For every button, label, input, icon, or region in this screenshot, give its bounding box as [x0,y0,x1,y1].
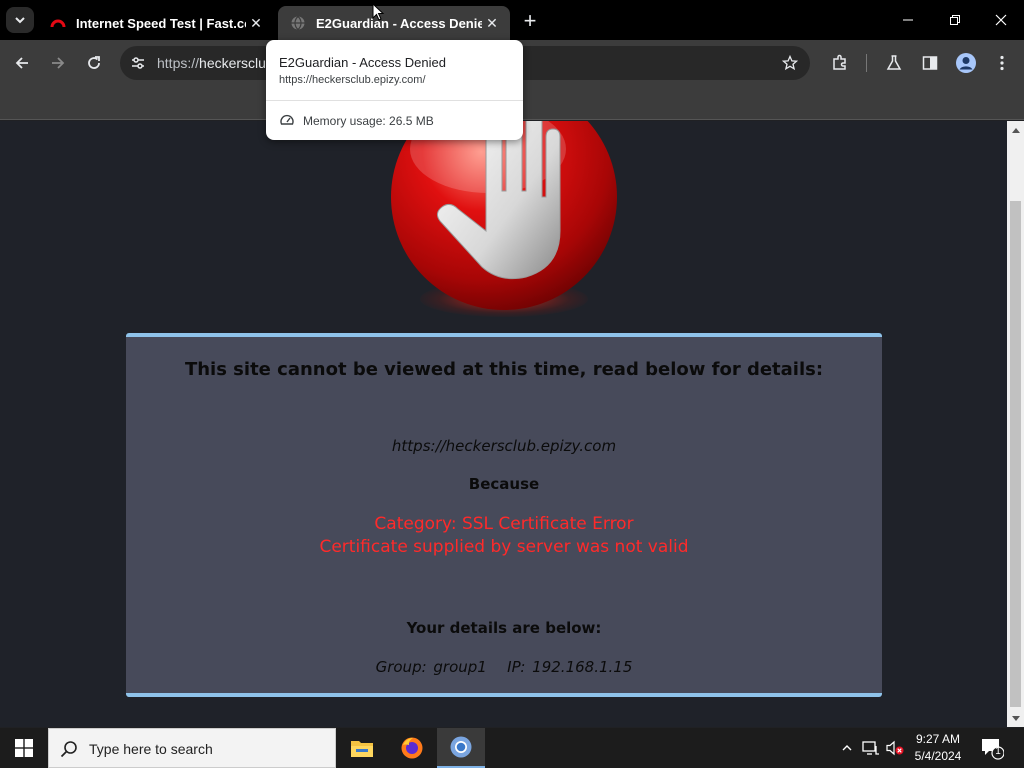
minimize-icon [903,19,913,21]
address-url: https://heckersclub [157,55,274,71]
new-tab-button[interactable]: + [518,8,542,33]
notification-count: 1 [995,746,1001,757]
windows-logo-icon [15,739,33,757]
file-explorer-button[interactable] [338,728,386,768]
toolbar-divider [866,54,867,72]
search-icon [60,741,77,758]
page-heading: This site cannot be viewed at this time,… [184,359,824,380]
tab-strip: Internet Speed Test | Fast.com ✕ E2Guard… [0,0,1024,40]
bookmark-star-icon[interactable] [780,53,800,73]
block-reason-detail: Certificate supplied by server was not v… [319,537,689,557]
page-scrollbar[interactable] [1007,121,1024,727]
tab-search-button[interactable] [6,7,34,33]
arrow-left-icon [15,57,28,69]
taskbar-search-box[interactable]: Type here to search [48,728,336,768]
tab-title: Internet Speed Test | Fast.com [76,15,246,31]
hover-card-url: https://heckersclub.epizy.com/ [279,74,426,86]
profile-avatar-icon[interactable] [954,51,978,75]
restore-button[interactable] [932,0,978,40]
restore-icon [950,15,960,25]
more-menu-icon[interactable] [990,51,1014,75]
arrow-right-icon [52,57,65,69]
mouse-cursor-icon [372,3,385,21]
volume-muted-icon[interactable] [885,738,905,758]
memory-gauge-icon [280,114,294,125]
block-category: Category: SSL Certificate Error [374,514,634,534]
stop-hand-icon [391,121,617,310]
globe-icon [290,15,306,31]
side-panel-icon[interactable] [918,51,942,75]
tab-fast-com[interactable]: Internet Speed Test | Fast.com ✕ [38,6,274,40]
close-icon[interactable]: ✕ [482,13,502,33]
folder-icon [351,741,373,757]
notification-center-button[interactable]: 1 [980,736,1005,760]
minimize-button[interactable] [885,0,931,40]
search-placeholder: Type here to search [89,741,213,757]
start-button[interactable] [0,728,48,768]
tab-e2guardian[interactable]: E2Guardian - Access Denied ✕ [278,6,510,40]
scroll-up-arrow-icon[interactable] [1007,121,1024,138]
fast-com-favicon-icon [50,15,66,31]
page-content: This site cannot be viewed at this time,… [0,121,1007,727]
close-window-button[interactable] [978,0,1024,40]
extensions-icon[interactable] [828,51,852,75]
site-info-icon[interactable] [128,53,148,73]
reload-icon [88,56,100,69]
reload-button[interactable] [80,49,108,77]
hover-card-memory: Memory usage: 26.5 MB [303,114,434,128]
because-label: Because [468,475,540,493]
labs-flask-icon[interactable] [882,51,906,75]
chrome-icon [450,736,472,758]
access-denied-panel: This site cannot be viewed at this time,… [126,333,882,697]
forward-button[interactable] [44,49,72,77]
windows-taskbar: Type here to search 9:27 AM 5/4/2024 1 [0,728,1024,768]
tab-hover-card: E2Guardian - Access Denied https://hecke… [266,40,523,140]
chrome-button[interactable] [437,728,485,768]
clock-time: 9:27 AM [915,732,961,746]
clock-date: 5/4/2024 [914,749,962,763]
show-hidden-icons-chevron-icon[interactable] [837,738,857,758]
close-icon [995,14,1007,26]
block-reason: Category: SSL Certificate Error Certific… [126,513,882,559]
firefox-icon [401,737,423,759]
hover-card-divider [266,100,523,101]
tab-title: E2Guardian - Access Denied [316,15,482,31]
network-icon[interactable] [861,738,881,758]
group-ip-line: Group: group1 IP: 192.168.1.15 [375,658,633,676]
chevron-down-icon [15,17,25,24]
scrollbar-thumb[interactable] [1010,201,1021,707]
hover-card-title: E2Guardian - Access Denied [279,55,446,70]
details-heading: Your details are below: [406,619,602,637]
scroll-down-arrow-icon[interactable] [1007,710,1024,727]
taskbar-clock[interactable]: 9:27 AM 5/4/2024 [905,731,971,765]
back-button[interactable] [8,49,36,77]
firefox-button[interactable] [388,728,436,768]
blocked-url: https://heckersclub.epizy.com [391,437,617,455]
close-icon[interactable]: ✕ [246,13,266,33]
